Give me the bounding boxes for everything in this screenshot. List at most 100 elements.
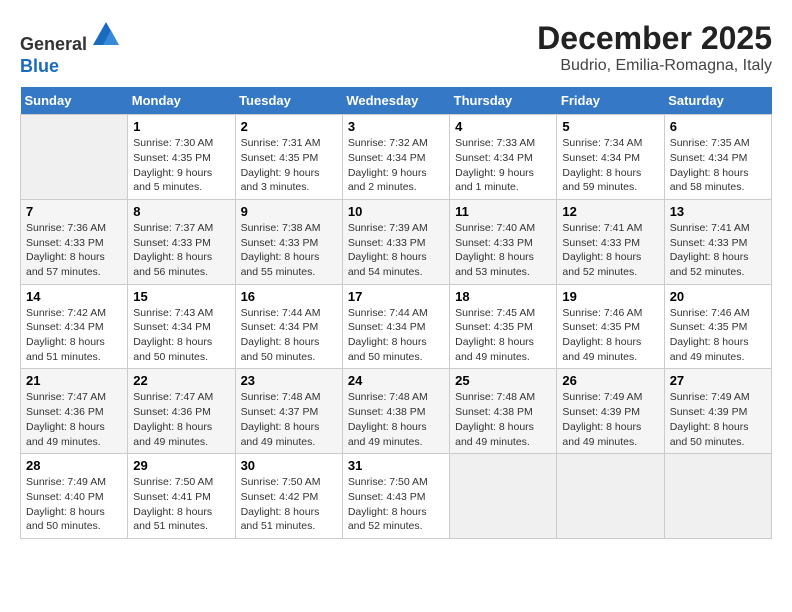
day-info: Sunrise: 7:44 AMSunset: 4:34 PMDaylight:… <box>348 306 444 365</box>
day-info: Sunrise: 7:48 AMSunset: 4:38 PMDaylight:… <box>455 390 551 449</box>
calendar-cell <box>664 454 771 539</box>
day-number: 11 <box>455 204 551 219</box>
day-info: Sunrise: 7:37 AMSunset: 4:33 PMDaylight:… <box>133 221 229 280</box>
day-number: 19 <box>562 289 658 304</box>
day-info: Sunrise: 7:43 AMSunset: 4:34 PMDaylight:… <box>133 306 229 365</box>
weekday-header-wednesday: Wednesday <box>342 87 449 115</box>
calendar-cell: 31Sunrise: 7:50 AMSunset: 4:43 PMDayligh… <box>342 454 449 539</box>
day-info: Sunrise: 7:32 AMSunset: 4:34 PMDaylight:… <box>348 136 444 195</box>
calendar-cell: 4 Sunrise: 7:33 AMSunset: 4:34 PMDaylight… <box>450 115 557 200</box>
day-number: 13 <box>670 204 766 219</box>
calendar-cell <box>450 454 557 539</box>
day-number: 20 <box>670 289 766 304</box>
day-info: Sunrise: 7:39 AMSunset: 4:33 PMDaylight:… <box>348 221 444 280</box>
day-info: Sunrise: 7:31 AMSunset: 4:35 PMDaylight:… <box>241 136 337 195</box>
day-info: Sunrise: 7:40 AMSunset: 4:33 PMDaylight:… <box>455 221 551 280</box>
day-info: Sunrise: 7:46 AMSunset: 4:35 PMDaylight:… <box>670 306 766 365</box>
day-number: 21 <box>26 373 122 388</box>
calendar-cell: 9 Sunrise: 7:38 AMSunset: 4:33 PMDaylight… <box>235 199 342 284</box>
day-info: Sunrise: 7:47 AMSunset: 4:36 PMDaylight:… <box>133 390 229 449</box>
calendar-cell: 23Sunrise: 7:48 AMSunset: 4:37 PMDayligh… <box>235 369 342 454</box>
calendar-cell: 28Sunrise: 7:49 AMSunset: 4:40 PMDayligh… <box>21 454 128 539</box>
calendar-cell: 22 Sunrise: 7:47 AMSunset: 4:36 PMDayligh… <box>128 369 235 454</box>
day-number: 24 <box>348 373 444 388</box>
day-info: Sunrise: 7:46 AMSunset: 4:35 PMDaylight:… <box>562 306 658 365</box>
day-number: 12 <box>562 204 658 219</box>
day-info: Sunrise: 7:49 AMSunset: 4:39 PMDaylight:… <box>562 390 658 449</box>
day-info: Sunrise: 7:49 AMSunset: 4:39 PMDaylight:… <box>670 390 766 449</box>
calendar-cell <box>557 454 664 539</box>
day-number: 30 <box>241 458 337 473</box>
weekday-header-monday: Monday <box>128 87 235 115</box>
calendar-cell: 29Sunrise: 7:50 AMSunset: 4:41 PMDayligh… <box>128 454 235 539</box>
day-number: 5 <box>562 119 658 134</box>
day-info: Sunrise: 7:38 AMSunset: 4:33 PMDaylight:… <box>241 221 337 280</box>
day-info: Sunrise: 7:50 AMSunset: 4:43 PMDaylight:… <box>348 475 444 534</box>
calendar-cell: 14 Sunrise: 7:42 AMSunset: 4:34 PMDayligh… <box>21 284 128 369</box>
day-number: 28 <box>26 458 122 473</box>
calendar-cell: 18 Sunrise: 7:45 AMSunset: 4:35 PMDayligh… <box>450 284 557 369</box>
weekday-header-friday: Friday <box>557 87 664 115</box>
calendar-cell: 21 Sunrise: 7:47 AMSunset: 4:36 PMDayligh… <box>21 369 128 454</box>
calendar-cell: 27 Sunrise: 7:49 AMSunset: 4:39 PMDayligh… <box>664 369 771 454</box>
logo-icon <box>91 20 121 50</box>
day-number: 6 <box>670 119 766 134</box>
day-number: 25 <box>455 373 551 388</box>
weekday-header-row: SundayMondayTuesdayWednesdayThursdayFrid… <box>21 87 772 115</box>
day-number: 4 <box>455 119 551 134</box>
day-info: Sunrise: 7:33 AMSunset: 4:34 PMDaylight:… <box>455 136 551 195</box>
day-info: Sunrise: 7:34 AMSunset: 4:34 PMDaylight:… <box>562 136 658 195</box>
calendar-cell: 6 Sunrise: 7:35 AMSunset: 4:34 PMDaylight… <box>664 115 771 200</box>
day-number: 1 <box>133 119 229 134</box>
location-subtitle: Budrio, Emilia-Romagna, Italy <box>537 57 772 75</box>
day-number: 18 <box>455 289 551 304</box>
day-number: 16 <box>241 289 337 304</box>
day-info: Sunrise: 7:48 AMSunset: 4:37 PMDaylight:… <box>241 390 337 449</box>
logo-blue-text: Blue <box>20 56 59 76</box>
weekday-header-saturday: Saturday <box>664 87 771 115</box>
day-info: Sunrise: 7:47 AMSunset: 4:36 PMDaylight:… <box>26 390 122 449</box>
day-number: 17 <box>348 289 444 304</box>
calendar-cell: 2Sunrise: 7:31 AMSunset: 4:35 PMDaylight… <box>235 115 342 200</box>
calendar-cell: 7Sunrise: 7:36 AMSunset: 4:33 PMDaylight… <box>21 199 128 284</box>
day-number: 22 <box>133 373 229 388</box>
weekday-header-sunday: Sunday <box>21 87 128 115</box>
calendar-cell: 17 Sunrise: 7:44 AMSunset: 4:34 PMDayligh… <box>342 284 449 369</box>
week-row-5: 28Sunrise: 7:49 AMSunset: 4:40 PMDayligh… <box>21 454 772 539</box>
day-number: 26 <box>562 373 658 388</box>
logo-general-text: General <box>20 34 87 54</box>
calendar-cell: 12 Sunrise: 7:41 AMSunset: 4:33 PMDayligh… <box>557 199 664 284</box>
calendar-cell: 15Sunrise: 7:43 AMSunset: 4:34 PMDayligh… <box>128 284 235 369</box>
day-number: 29 <box>133 458 229 473</box>
calendar-cell: 1 Sunrise: 7:30 AMSunset: 4:35 PMDaylight… <box>128 115 235 200</box>
calendar-cell: 20 Sunrise: 7:46 AMSunset: 4:35 PMDayligh… <box>664 284 771 369</box>
title-block: December 2025 Budrio, Emilia-Romagna, It… <box>537 20 772 75</box>
day-number: 7 <box>26 204 122 219</box>
calendar-cell: 13 Sunrise: 7:41 AMSunset: 4:33 PMDayligh… <box>664 199 771 284</box>
month-title: December 2025 <box>537 20 772 57</box>
weekday-header-thursday: Thursday <box>450 87 557 115</box>
day-info: Sunrise: 7:41 AMSunset: 4:33 PMDaylight:… <box>562 221 658 280</box>
day-number: 27 <box>670 373 766 388</box>
week-row-2: 7Sunrise: 7:36 AMSunset: 4:33 PMDaylight… <box>21 199 772 284</box>
calendar-cell: 8Sunrise: 7:37 AMSunset: 4:33 PMDaylight… <box>128 199 235 284</box>
day-number: 3 <box>348 119 444 134</box>
day-number: 14 <box>26 289 122 304</box>
calendar-cell: 5 Sunrise: 7:34 AMSunset: 4:34 PMDaylight… <box>557 115 664 200</box>
day-info: Sunrise: 7:30 AMSunset: 4:35 PMDaylight:… <box>133 136 229 195</box>
day-number: 9 <box>241 204 337 219</box>
calendar-cell: 19 Sunrise: 7:46 AMSunset: 4:35 PMDayligh… <box>557 284 664 369</box>
calendar-cell: 11 Sunrise: 7:40 AMSunset: 4:33 PMDayligh… <box>450 199 557 284</box>
calendar-cell: 26 Sunrise: 7:49 AMSunset: 4:39 PMDayligh… <box>557 369 664 454</box>
calendar-cell: 24Sunrise: 7:48 AMSunset: 4:38 PMDayligh… <box>342 369 449 454</box>
calendar-cell: 25 Sunrise: 7:48 AMSunset: 4:38 PMDayligh… <box>450 369 557 454</box>
day-info: Sunrise: 7:42 AMSunset: 4:34 PMDaylight:… <box>26 306 122 365</box>
weekday-header-tuesday: Tuesday <box>235 87 342 115</box>
day-info: Sunrise: 7:41 AMSunset: 4:33 PMDaylight:… <box>670 221 766 280</box>
day-info: Sunrise: 7:45 AMSunset: 4:35 PMDaylight:… <box>455 306 551 365</box>
calendar-table: SundayMondayTuesdayWednesdayThursdayFrid… <box>20 87 772 539</box>
week-row-1: 1 Sunrise: 7:30 AMSunset: 4:35 PMDaylight… <box>21 115 772 200</box>
day-info: Sunrise: 7:35 AMSunset: 4:34 PMDaylight:… <box>670 136 766 195</box>
calendar-cell: 3 Sunrise: 7:32 AMSunset: 4:34 PMDaylight… <box>342 115 449 200</box>
day-info: Sunrise: 7:44 AMSunset: 4:34 PMDaylight:… <box>241 306 337 365</box>
